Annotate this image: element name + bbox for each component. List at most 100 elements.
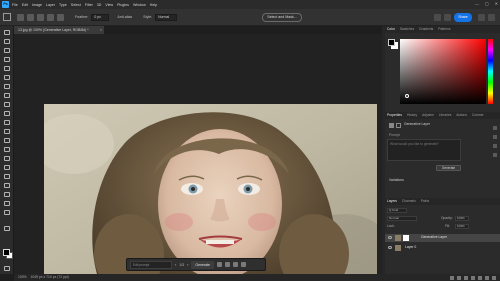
close-tab-icon[interactable]: × [100, 26, 102, 34]
menu-help[interactable]: Help [150, 3, 157, 7]
close-icon[interactable]: ✕ [495, 1, 498, 6]
taskbar-prompt-input[interactable]: Edit prompt [130, 260, 172, 269]
tab-libraries[interactable]: Libraries [439, 113, 452, 117]
opacity-input[interactable]: 100% [455, 216, 469, 221]
path-select-icon[interactable] [3, 183, 11, 189]
maximize-icon[interactable]: ▢ [485, 1, 489, 6]
tab-actions[interactable]: Actions [456, 113, 467, 117]
tab-layers[interactable]: Layers [387, 199, 397, 203]
variations-section[interactable]: Variations [389, 178, 404, 182]
layer-row-generative[interactable]: Generative Layer [385, 234, 500, 242]
tab-history[interactable]: History [407, 113, 417, 117]
crop-tool-icon[interactable] [3, 66, 11, 72]
share-button[interactable]: Share [454, 13, 472, 22]
thumbs-down-icon[interactable] [225, 262, 230, 267]
type-tool-icon[interactable] [3, 174, 11, 180]
layer-row-base[interactable]: Layer 0 [385, 244, 500, 252]
prompt-textarea[interactable]: What would you like to generate? [387, 139, 461, 161]
flag-icon[interactable] [233, 262, 238, 267]
dodge-tool-icon[interactable] [3, 156, 11, 162]
thumbs-up-icon[interactable] [217, 262, 222, 267]
panel-side-icon[interactable] [493, 135, 497, 139]
fill-input[interactable]: 100% [455, 224, 469, 229]
tab-color[interactable]: Color [387, 27, 395, 31]
marquee-tool-icon[interactable] [3, 39, 11, 45]
intersect-selection-icon[interactable] [57, 13, 64, 21]
brush-tool-icon[interactable] [3, 102, 11, 108]
select-and-mask-button[interactable]: Select and Mask... [262, 13, 302, 22]
panel-foreground-swatch[interactable] [388, 39, 395, 46]
color-picker-cursor[interactable] [405, 94, 409, 98]
hand-tool-icon[interactable] [3, 201, 11, 207]
taskbar-generate-button[interactable]: Generate [191, 260, 214, 269]
marquee-tool-icon[interactable] [17, 13, 24, 21]
lasso-tool-icon[interactable] [3, 48, 11, 54]
more-tools-icon[interactable] [3, 226, 11, 232]
group-icon[interactable] [478, 275, 482, 280]
panel-side-icon[interactable] [493, 153, 497, 157]
tab-swatches[interactable]: Swatches [400, 27, 414, 31]
tab-patterns[interactable]: Patterns [438, 27, 450, 31]
zoom-level[interactable]: 100% [18, 275, 27, 279]
tab-paths[interactable]: Paths [421, 199, 429, 203]
antialias-label[interactable]: Anti-alias [117, 15, 132, 19]
canvas-area[interactable] [14, 34, 382, 281]
shape-tool-icon[interactable] [3, 192, 11, 198]
tab-comments[interactable]: Comme [472, 113, 484, 117]
add-mask-icon[interactable] [464, 275, 468, 280]
blur-tool-icon[interactable] [3, 147, 11, 153]
menu-type[interactable]: Type [59, 3, 67, 7]
adjustment-layer-icon[interactable] [471, 275, 475, 280]
menu-3d[interactable]: 3D [97, 3, 102, 7]
fx-icon[interactable] [457, 275, 461, 280]
hue-slider[interactable] [488, 39, 493, 104]
healing-brush-icon[interactable] [3, 93, 11, 99]
quick-mask-icon[interactable] [3, 266, 11, 272]
eye-icon[interactable] [388, 246, 392, 249]
history-brush-icon[interactable] [3, 120, 11, 126]
feather-input[interactable]: 0 px [91, 13, 110, 21]
menu-view[interactable]: View [105, 3, 113, 7]
clone-stamp-icon[interactable] [3, 111, 11, 117]
minimize-icon[interactable]: — [475, 1, 479, 6]
home-icon[interactable] [3, 13, 11, 21]
new-selection-icon[interactable] [27, 13, 34, 21]
tab-adjustments[interactable]: Adjustm [422, 113, 434, 117]
cloud-icon[interactable] [478, 14, 485, 21]
more-options-icon[interactable] [241, 262, 246, 267]
new-layer-icon[interactable] [485, 275, 489, 280]
menu-file[interactable]: File [12, 3, 18, 7]
settings-icon[interactable] [488, 14, 495, 21]
chevron-left-icon[interactable]: ‹ [175, 262, 176, 267]
menu-edit[interactable]: Edit [22, 3, 28, 7]
layer-filter-kind[interactable]: Q Kind [387, 208, 407, 213]
menu-image[interactable]: Image [32, 3, 42, 7]
blend-mode-select[interactable]: Normal [387, 216, 417, 221]
menu-filter[interactable]: Filter [85, 3, 93, 7]
menu-select[interactable]: Select [71, 3, 81, 7]
eyedropper-tool-icon[interactable] [3, 84, 11, 90]
pen-tool-icon[interactable] [3, 165, 11, 171]
eye-icon[interactable] [388, 236, 392, 239]
menu-plugins[interactable]: Plugins [117, 3, 129, 7]
frame-tool-icon[interactable] [3, 75, 11, 81]
menu-layer[interactable]: Layer [46, 3, 55, 7]
color-picker-field[interactable] [400, 39, 486, 104]
link-layers-icon[interactable] [450, 275, 454, 280]
tab-gradients[interactable]: Gradients [419, 27, 433, 31]
photo-canvas[interactable] [44, 104, 377, 281]
panel-side-icon[interactable] [493, 144, 497, 148]
subtract-selection-icon[interactable] [47, 13, 54, 21]
gradient-tool-icon[interactable] [3, 138, 11, 144]
search-icon[interactable] [434, 14, 441, 21]
chevron-right-icon[interactable]: › [187, 262, 188, 267]
style-select[interactable]: Normal [155, 13, 178, 21]
eraser-tool-icon[interactable] [3, 129, 11, 135]
add-selection-icon[interactable] [37, 13, 44, 21]
object-select-tool-icon[interactable] [3, 57, 11, 63]
menu-window[interactable]: Window [133, 3, 146, 7]
panel-side-icon[interactable] [493, 126, 497, 130]
tab-properties[interactable]: Properties [387, 113, 402, 117]
layer-mask-thumbnail[interactable] [403, 235, 409, 241]
move-tool-icon[interactable] [3, 30, 11, 36]
